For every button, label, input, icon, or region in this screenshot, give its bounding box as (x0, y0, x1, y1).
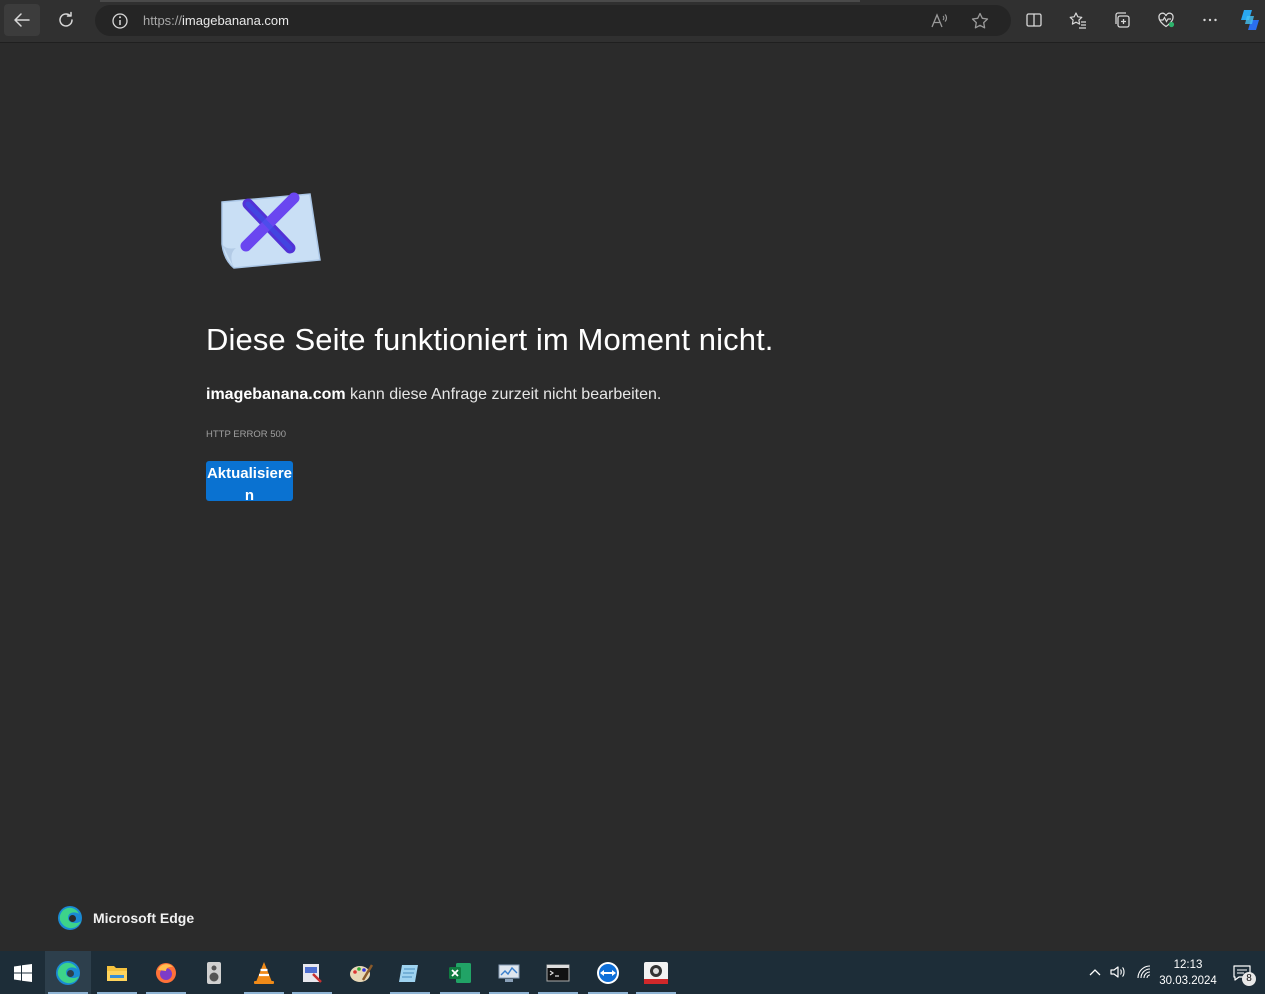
excel-icon (449, 962, 471, 983)
tab-strip-edge (100, 0, 860, 2)
error-code: HTTP ERROR 500 (206, 429, 287, 440)
more-menu-button[interactable] (1192, 4, 1228, 36)
taskbar-photo-tool[interactable] (633, 951, 679, 994)
reload-button[interactable]: Aktualisieren (206, 461, 293, 504)
error-document-icon (221, 192, 321, 269)
taskbar-paint[interactable] (338, 951, 384, 994)
more-dots-icon (1203, 18, 1217, 22)
volume-icon[interactable] (1109, 964, 1127, 980)
taskbar-terminal[interactable] (535, 951, 581, 994)
edge-logo-icon (58, 906, 82, 930)
start-button[interactable] (0, 951, 46, 994)
network-icon[interactable] (1136, 964, 1152, 980)
address-bar[interactable]: https://imagebanana.com (95, 5, 1011, 36)
taskbar-notepad-app[interactable] (387, 951, 433, 994)
chevron-up-icon[interactable] (1087, 964, 1103, 980)
error-title: Diese Seite funktioniert im Moment nicht… (206, 322, 774, 357)
taskbar-edge[interactable] (45, 951, 91, 994)
speaker-icon (207, 961, 221, 984)
firefox-icon (156, 962, 176, 983)
favorites-list-icon (1069, 12, 1086, 29)
split-screen-button[interactable] (1016, 4, 1052, 36)
browser-essentials-button[interactable] (1148, 4, 1184, 36)
vlc-cone-icon (254, 961, 274, 984)
error-host: imagebanana.com (206, 386, 346, 403)
notepad-icon (399, 964, 418, 982)
url-scheme: https:// (143, 13, 183, 28)
photo-tool-icon (644, 961, 668, 984)
arrow-left-icon (14, 13, 30, 27)
heart-pulse-icon (1158, 12, 1175, 28)
copilot-icon[interactable] (1238, 8, 1262, 32)
taskbar-teamviewer[interactable] (585, 951, 631, 994)
browser-toolbar: https://imagebanana.com (0, 0, 1265, 43)
taskbar-task-monitor[interactable] (486, 951, 532, 994)
notification-badge: 8 (1242, 972, 1256, 986)
url-host: imagebanana.com (182, 13, 289, 28)
windows-logo-icon (14, 963, 32, 982)
folder-icon (107, 965, 127, 981)
collections-button[interactable] (1104, 4, 1140, 36)
error-message: kann diese Anfrage zurzeit nicht bearbei… (345, 386, 662, 403)
url-text[interactable]: https://imagebanana.com (143, 13, 289, 28)
taskbar-speaker-app[interactable] (191, 951, 237, 994)
monitor-chart-icon (498, 964, 520, 982)
info-icon[interactable] (111, 12, 129, 30)
taskbar-vlc[interactable] (241, 951, 287, 994)
taskbar-file-explorer[interactable] (94, 951, 140, 994)
edge-brand-label: Microsoft Edge (93, 910, 195, 926)
refresh-button[interactable] (48, 4, 84, 36)
favorites-button[interactable] (1060, 4, 1096, 36)
taskbar-firefox[interactable] (143, 951, 189, 994)
clock-time: 12:13 (1173, 959, 1203, 971)
screen-capture-icon (303, 963, 322, 983)
star-icon[interactable] (970, 11, 990, 31)
teamviewer-icon (597, 961, 619, 984)
split-screen-icon (1026, 13, 1042, 27)
back-button[interactable] (4, 4, 40, 36)
taskbar-excel[interactable] (437, 951, 483, 994)
edge-brand: Microsoft Edge (57, 905, 194, 931)
clock-date: 30.03.2024 (1159, 975, 1217, 987)
collections-icon (1115, 12, 1130, 28)
terminal-icon (546, 964, 570, 981)
taskbar-screen-capture[interactable] (289, 951, 335, 994)
read-aloud-icon[interactable] (929, 11, 949, 31)
tray-clock[interactable]: 12:13 30.03.2024 (1158, 957, 1218, 989)
error-description: imagebanana.com kann diese Anfrage zurze… (206, 386, 661, 404)
windows-taskbar: 12:13 30.03.2024 (0, 951, 1265, 994)
edge-icon (56, 960, 80, 985)
refresh-icon (59, 11, 73, 27)
paint-palette-icon (350, 963, 373, 982)
